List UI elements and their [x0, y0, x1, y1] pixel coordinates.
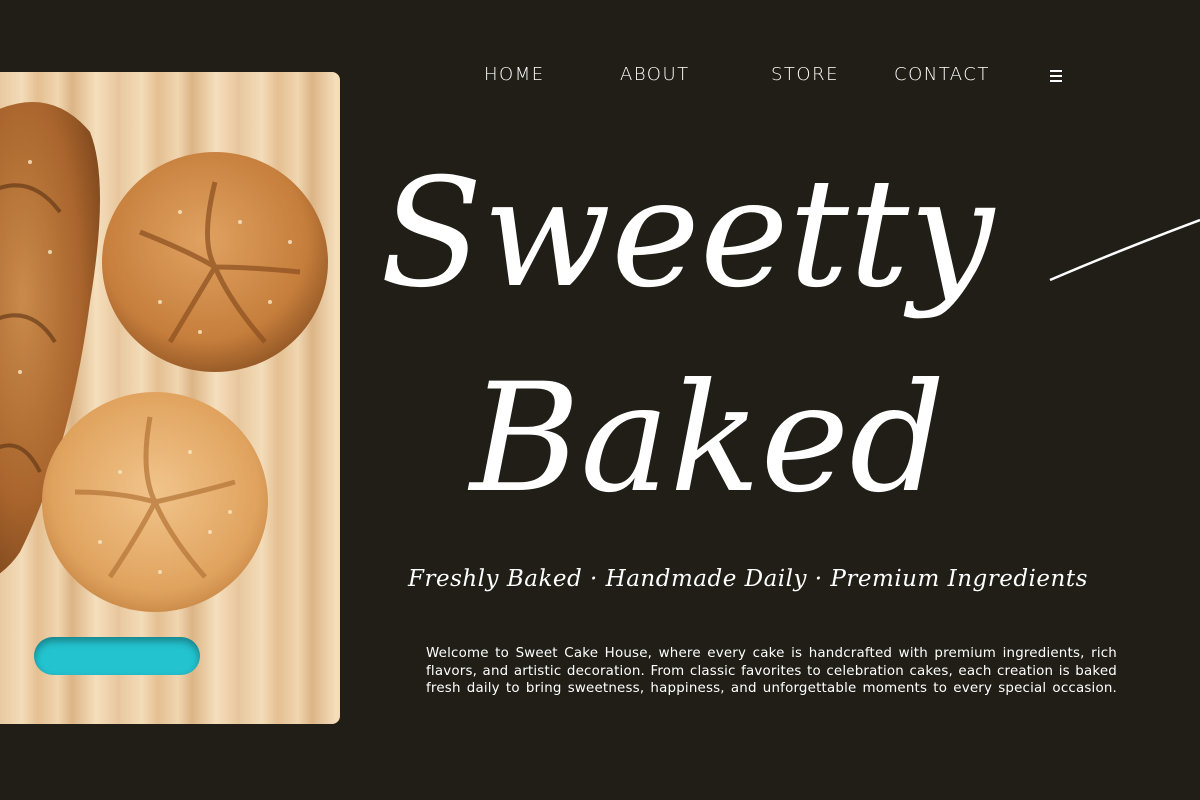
title-line-2: Baked: [467, 352, 945, 526]
title-line-1: Sweetty: [380, 147, 996, 321]
title-flourish: [1049, 218, 1200, 282]
nav-store-link[interactable]: STORE: [771, 64, 839, 85]
nav-contact-link[interactable]: CONTACT: [894, 64, 990, 85]
board-handle: [34, 637, 200, 675]
nav-home-link[interactable]: HOME: [484, 64, 545, 85]
bread-photo: [0, 72, 340, 724]
bread-illustration: [0, 102, 328, 612]
nav-about-link[interactable]: ABOUT: [620, 64, 690, 85]
hamburger-menu-icon[interactable]: [1050, 70, 1062, 82]
intro-paragraph: Welcome to Sweet Cake House, where every…: [426, 646, 1117, 696]
hero-title: Sweetty Baked: [380, 147, 1200, 526]
tagline: Freshly Baked · Handmade Daily · Premium…: [408, 566, 1088, 592]
